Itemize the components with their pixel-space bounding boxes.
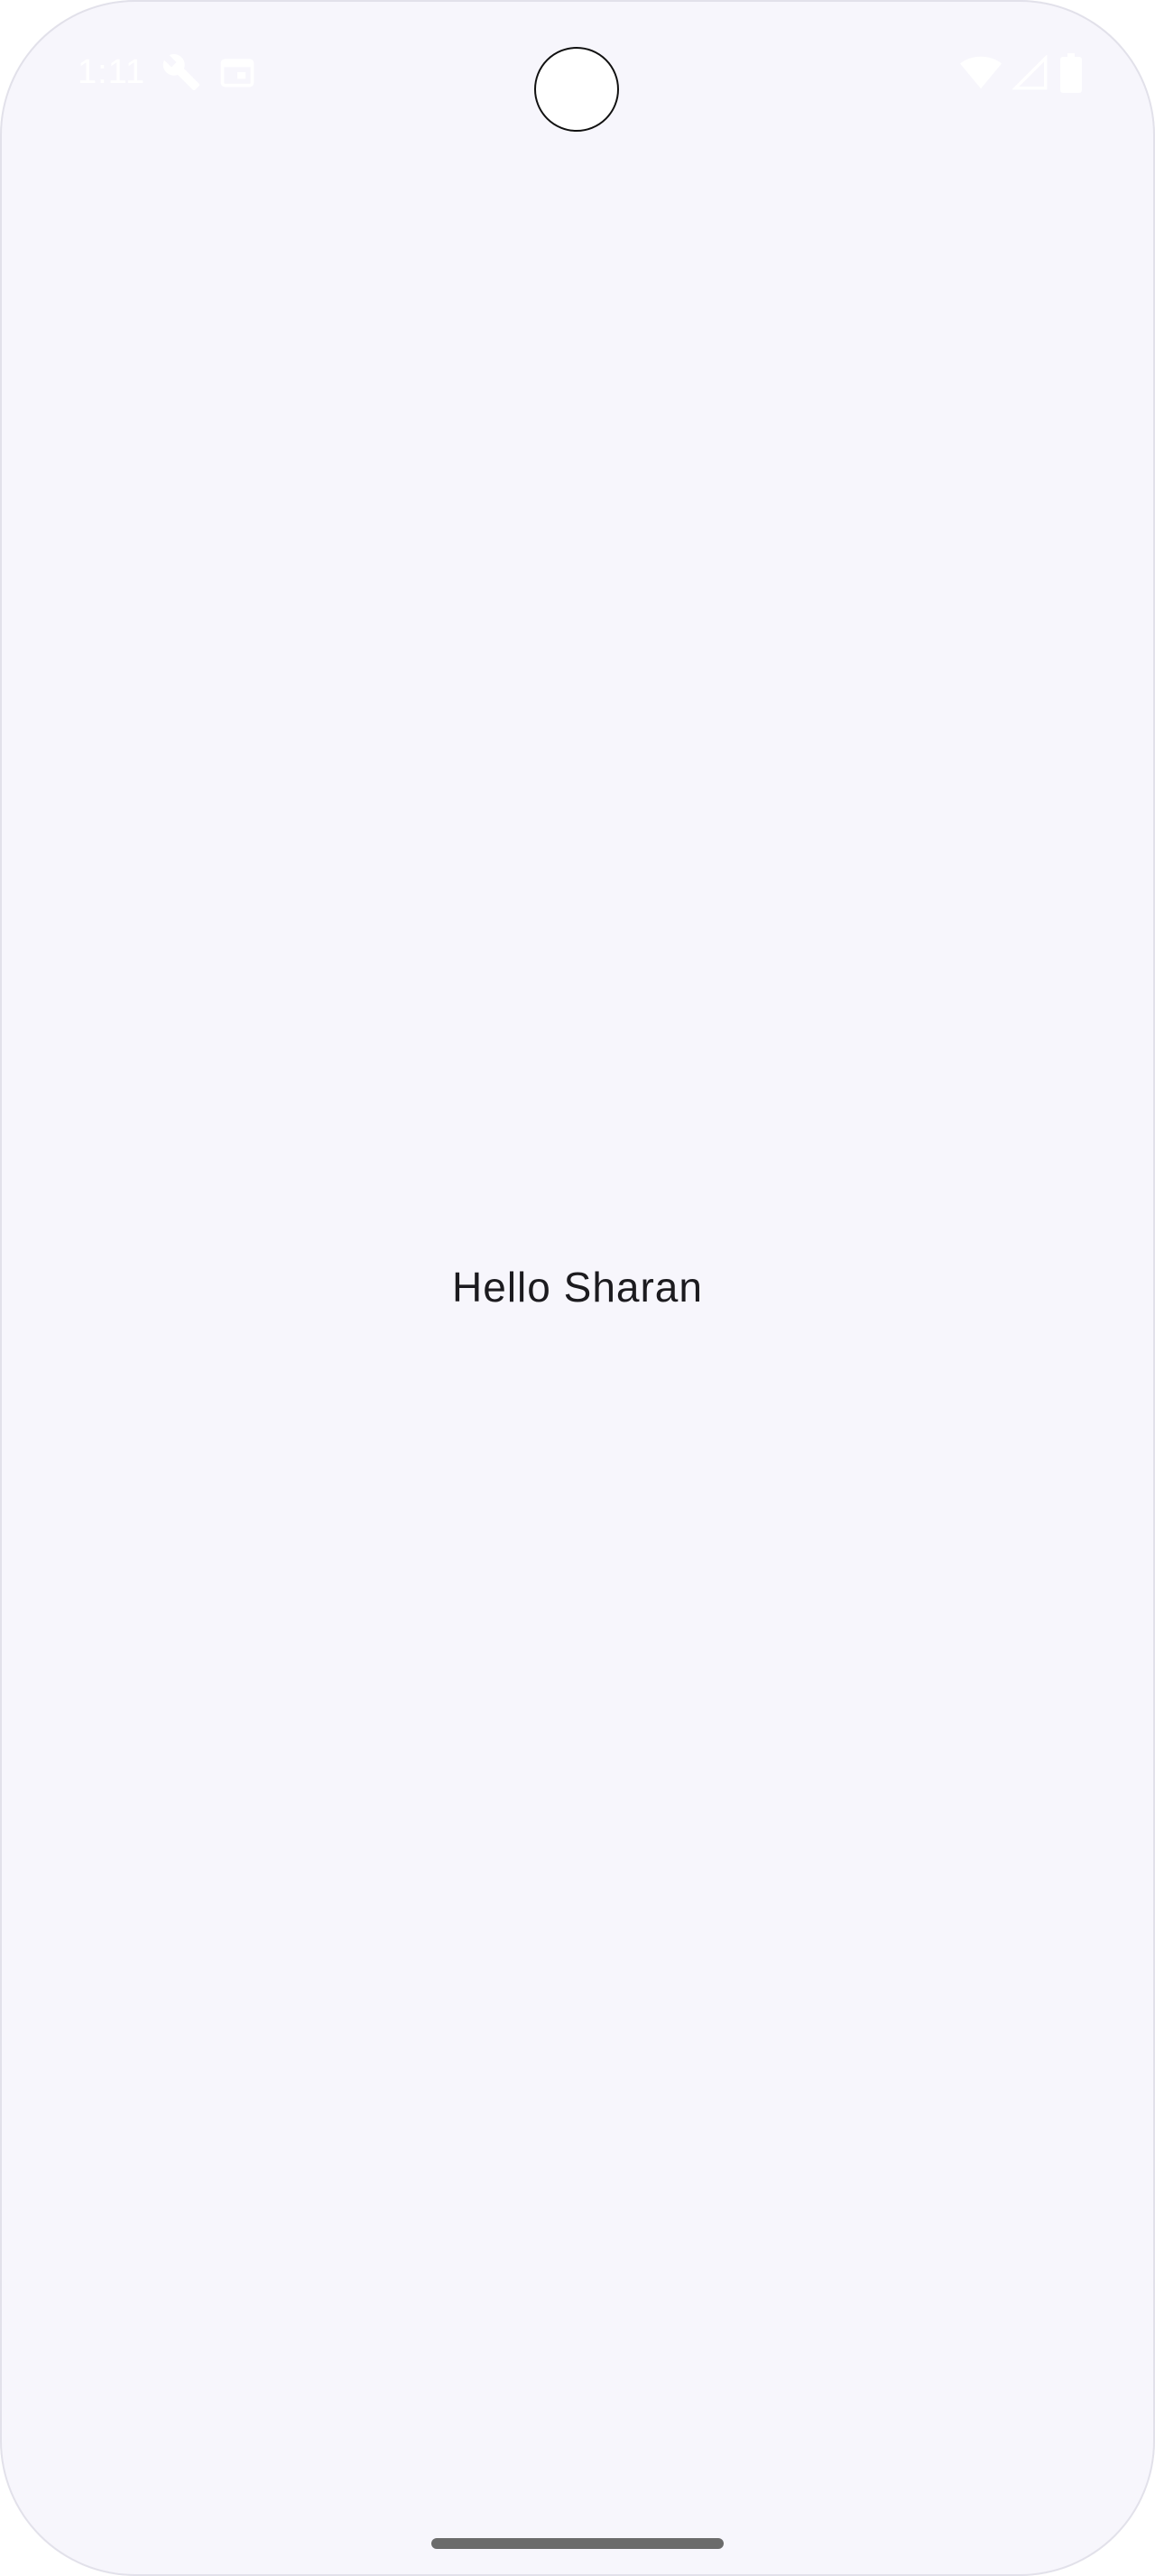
status-time: 1:11 (78, 52, 146, 91)
status-bar-left: 1:11 (78, 47, 257, 97)
camera-cutout (534, 47, 619, 132)
main-content: Hello Sharan (0, 1263, 1155, 1311)
battery-icon (1059, 53, 1083, 93)
wifi-icon (960, 55, 1002, 91)
greeting-text: Hello Sharan (452, 1264, 703, 1311)
calendar-icon (217, 52, 257, 92)
device-screen: 1:11 Hello Sharan (0, 0, 1155, 2576)
gesture-navigation-handle[interactable] (431, 2538, 724, 2549)
status-bar-right (960, 51, 1083, 96)
cellular-signal-icon (1012, 55, 1049, 91)
wrench-icon (162, 52, 201, 92)
status-bar: 1:11 (0, 0, 1155, 144)
